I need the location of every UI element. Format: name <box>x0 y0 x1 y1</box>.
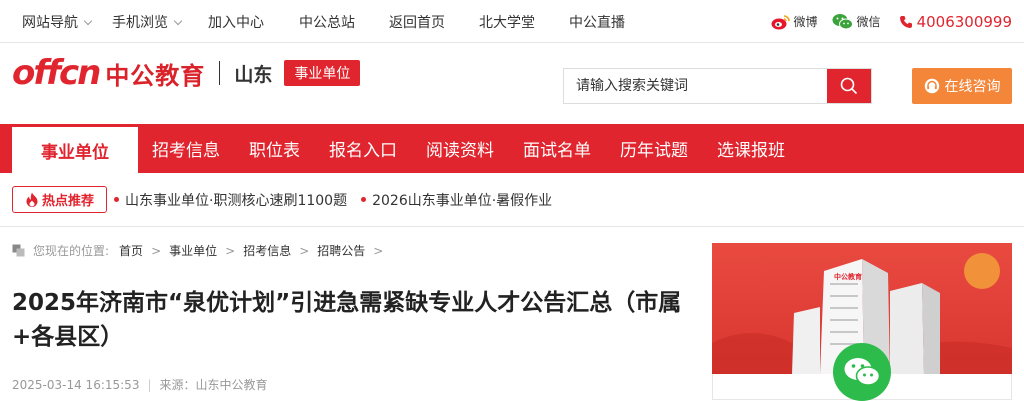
logo-text: 中公教育 <box>105 61 206 90</box>
tab-reading[interactable]: 阅读资料 <box>426 136 494 161</box>
online-consult-button[interactable]: 在线咨询 <box>912 68 1012 104</box>
hot-item-label: 2026山东事业单位·暑假作业 <box>372 192 553 209</box>
online-consult-label: 在线咨询 <box>944 79 1001 95</box>
weibo-label: 微博 <box>793 15 818 29</box>
search-icon <box>840 77 858 95</box>
breadcrumb-separator: > <box>225 243 236 258</box>
top-nav-site-map[interactable]: 网站导航 <box>22 12 93 32</box>
svg-text:中公教育: 中公教育 <box>834 272 862 281</box>
breadcrumb-separator: > <box>299 243 310 258</box>
article-title: 2025年济南市“泉优计划”引进急需紧缺专业人才公告汇总（市属+各县区） <box>12 290 682 350</box>
meta-divider: | <box>147 377 152 392</box>
wechat-link[interactable]: 微信 <box>832 13 881 30</box>
top-nav-pku[interactable]: 北大学堂 <box>479 12 535 32</box>
tab-active[interactable]: 事业单位 <box>12 127 138 173</box>
hot-badge-label: 热点推荐 <box>41 194 94 209</box>
breadcrumb-separator: > <box>373 243 384 258</box>
breadcrumb-announcement[interactable]: 招聘公告 <box>317 242 365 259</box>
hotline[interactable]: 4006300999 <box>899 13 1012 31</box>
tab-registration[interactable]: 报名入口 <box>329 136 397 161</box>
phone-number: 4006300999 <box>916 12 1012 31</box>
tab-past-exams[interactable]: 历年试题 <box>620 136 688 161</box>
search-button[interactable] <box>827 69 871 103</box>
location-icon <box>12 244 25 257</box>
chevron-down-icon <box>173 16 183 25</box>
chevron-down-icon <box>83 16 93 25</box>
logo[interactable]: offcn 中公教育 山东 事业单位 <box>12 53 361 93</box>
site-header: offcn 中公教育 山东 事业单位 在线咨询 <box>0 43 1024 124</box>
headset-icon <box>924 78 939 94</box>
hot-badge: 热点推荐 <box>12 186 107 213</box>
search-input[interactable] <box>564 69 827 103</box>
top-nav-label: 网站导航 <box>22 14 78 31</box>
wechat-icon <box>832 14 853 30</box>
wechat-float-button[interactable] <box>833 343 891 401</box>
wechat-label: 微信 <box>856 15 881 29</box>
hot-item[interactable]: 2026山东事业单位·暑假作业 <box>361 190 552 210</box>
top-nav-label: 手机浏览 <box>112 14 168 31</box>
top-nav-live[interactable]: 中公直播 <box>569 12 625 32</box>
top-nav-join[interactable]: 加入中心 <box>208 12 264 32</box>
weibo-link[interactable]: 微博 <box>771 13 818 30</box>
weibo-icon <box>771 14 790 29</box>
bullet-icon <box>114 197 119 202</box>
breadcrumb-home[interactable]: 首页 <box>119 242 143 259</box>
top-bar: 网站导航 手机浏览 加入中心 中公总站 返回首页 北大学堂 中公直播 微博 微信… <box>0 0 1024 43</box>
tab-courses[interactable]: 选课报班 <box>717 136 785 161</box>
breadcrumb-recruit-info[interactable]: 招考信息 <box>243 242 291 259</box>
tab-interview-list[interactable]: 面试名单 <box>523 136 591 161</box>
breadcrumb: 您现在的位置: 首页 > 事业单位 > 招考信息 > 招聘公告 > <box>12 242 391 259</box>
tab-position-table[interactable]: 职位表 <box>249 136 300 161</box>
breadcrumb-prefix: 您现在的位置: <box>33 244 110 258</box>
bullet-icon <box>361 197 367 202</box>
article-meta: 2025-03-14 16:15:53 | 来源：山东中公教育 <box>12 376 268 393</box>
hot-item[interactable]: 山东事业单位·职测核心速刷1100题 <box>114 190 347 210</box>
logo-divider <box>219 61 221 85</box>
article-source: 来源：山东中公教育 <box>159 378 268 392</box>
article-date: 2025-03-14 16:15:53 <box>12 377 140 392</box>
hot-bar: 热点推荐 山东事业单位·职测核心速刷1100题 2026山东事业单位·暑假作业 <box>0 173 1024 227</box>
tab-recruit-info[interactable]: 招考信息 <box>152 136 220 161</box>
top-nav-home[interactable]: 返回首页 <box>389 12 445 32</box>
breadcrumb-category[interactable]: 事业单位 <box>169 242 217 259</box>
hot-list: 山东事业单位·职测核心速刷1100题 2026山东事业单位·暑假作业 <box>114 186 566 213</box>
phone-icon <box>899 15 912 28</box>
region-label: 山东 <box>234 63 273 86</box>
breadcrumb-separator: > <box>151 243 162 258</box>
category-badge[interactable]: 事业单位 <box>284 60 361 86</box>
top-nav-mobile[interactable]: 手机浏览 <box>112 12 183 32</box>
top-nav-main-site[interactable]: 中公总站 <box>299 12 355 32</box>
hot-item-label: 山东事业单位·职测核心速刷1100题 <box>125 192 348 209</box>
search-box <box>563 68 872 104</box>
main-nav: 事业单位 招考信息 职位表 报名入口 阅读资料 面试名单 历年试题 选课报班 <box>0 124 1024 173</box>
flame-icon <box>26 192 38 207</box>
logo-offcn: offcn <box>12 53 101 93</box>
wechat-icon <box>844 358 881 386</box>
